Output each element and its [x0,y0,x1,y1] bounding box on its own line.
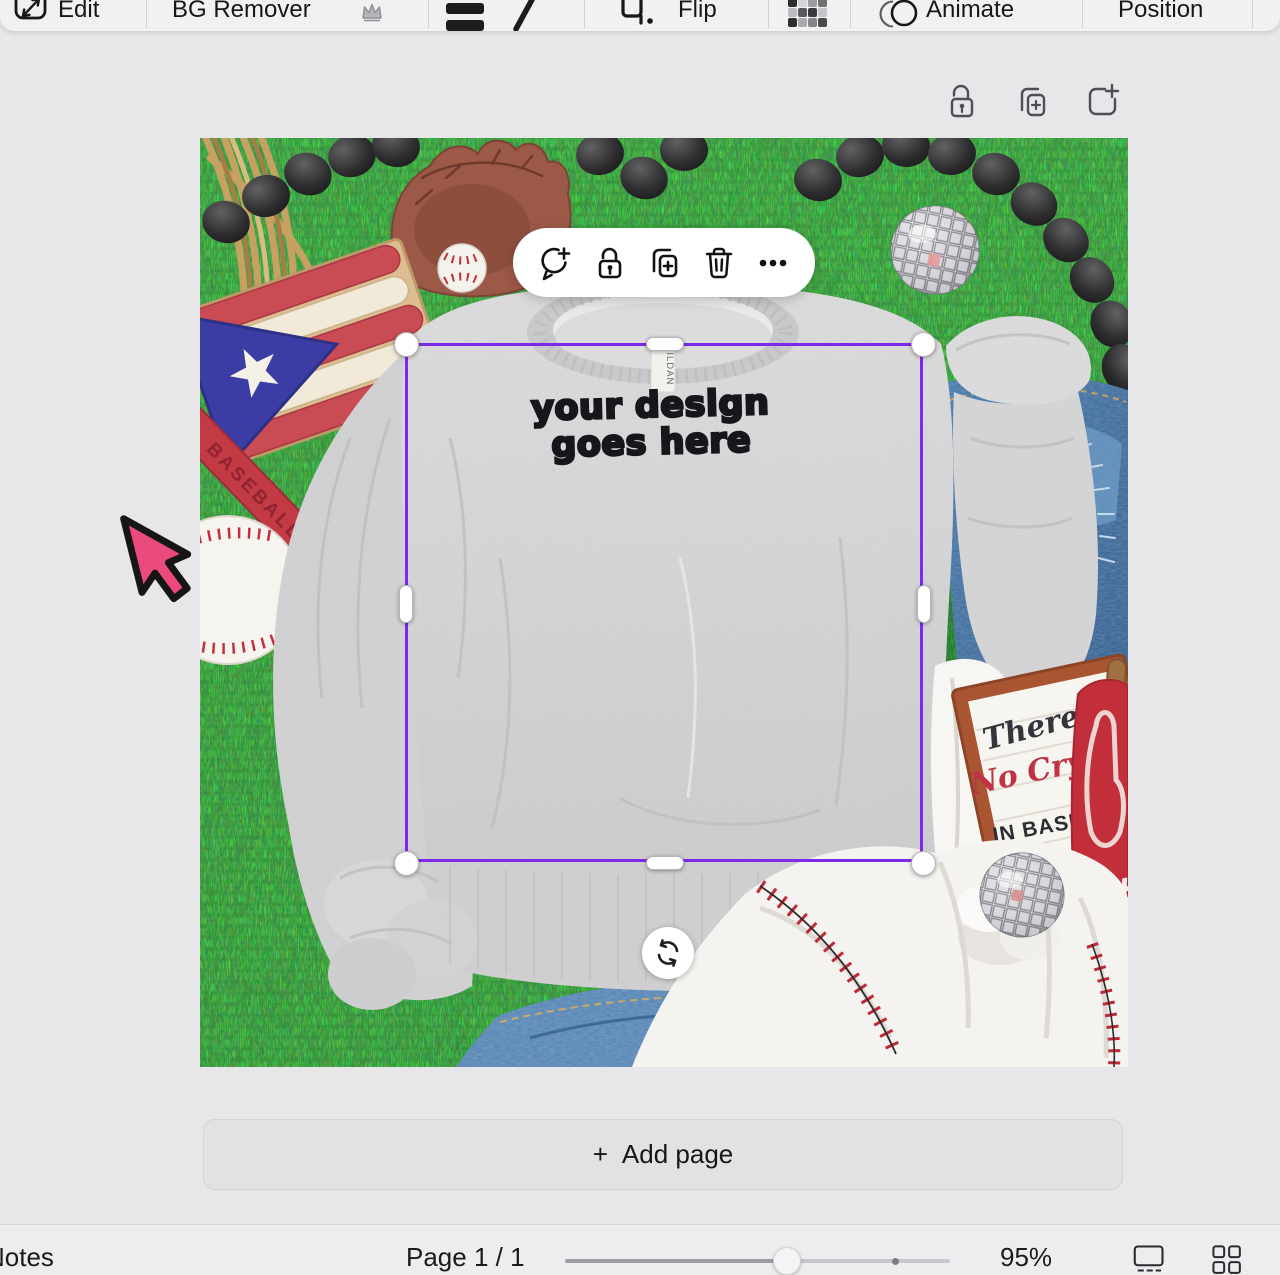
rotate-icon [653,938,683,968]
edit-photo-icon[interactable] [12,0,50,30]
zoom-slider-marker [892,1258,899,1265]
zoom-slider-track[interactable] [787,1259,950,1263]
disco-ball-top [891,206,979,294]
selection-handle-top[interactable] [646,337,684,351]
draw-brush-icon[interactable] [502,0,542,31]
add-comment-icon [537,244,573,282]
element-context-toolbar [513,228,815,297]
selection-handle-bottom-left[interactable] [394,851,419,876]
duplicate-button[interactable] [644,240,684,286]
selection-handle-bottom-right[interactable] [911,851,936,876]
top-toolbar: Edit BG Remover Flip [0,0,1280,31]
selection-handle-bottom[interactable] [646,856,684,870]
page-indicator: Page 1 / 1 [406,1242,525,1273]
zoom-slider-track-filled[interactable] [565,1259,787,1263]
disco-ball-bottom [980,853,1064,937]
add-comment-button[interactable] [535,240,575,286]
selection-handle-top-right[interactable] [911,332,936,357]
lock-button[interactable] [590,240,630,286]
toolbar-divider [768,0,769,28]
plus-icon: + [593,1139,608,1170]
add-page-label: Add page [622,1139,733,1170]
animate-icon[interactable] [878,0,920,31]
selection-handle-left[interactable] [399,585,413,623]
animate-button[interactable]: Animate [926,0,1014,24]
selection-box[interactable] [405,343,923,862]
notes-button[interactable]: Notes [0,1242,54,1273]
toolbar-divider [428,0,429,28]
more-options-icon [755,244,791,282]
unlock-page-icon[interactable] [944,82,980,122]
position-button[interactable]: Position [1118,0,1203,24]
crop-icon[interactable] [610,0,656,31]
bg-remover-button[interactable]: BG Remover [172,0,311,24]
add-page-button[interactable]: + Add page [203,1119,1123,1190]
cursor-arrow [124,506,198,606]
toolbar-divider [1252,0,1253,28]
unlock-icon [593,244,627,282]
pages-view-icon[interactable] [1128,1245,1170,1275]
duplicate-icon [646,244,682,282]
delete-button[interactable] [699,240,739,286]
toolbar-divider [850,0,851,28]
flip-button[interactable]: Flip [678,0,717,24]
more-options-button[interactable] [753,240,793,286]
trash-icon [702,244,736,282]
pro-crown-icon [360,2,384,24]
selection-handle-right[interactable] [917,585,931,623]
toolbar-divider [584,0,585,28]
toolbar-divider [1082,0,1083,28]
toolbar-divider [146,0,147,28]
zoom-percentage[interactable]: 95% [1000,1242,1052,1273]
rotate-handle[interactable] [642,927,694,979]
add-page-icon[interactable] [1084,82,1122,122]
zoom-slider-thumb[interactable] [773,1247,801,1275]
edit-button[interactable]: Edit [58,0,99,24]
transparency-checker-icon[interactable] [788,0,828,31]
duplicate-page-icon[interactable] [1014,82,1050,122]
bottom-bar: Notes Page 1 / 1 95% [0,1224,1280,1275]
grid-view-icon[interactable] [1206,1245,1248,1275]
adjust-sliders-icon[interactable] [446,0,486,31]
selection-handle-top-left[interactable] [394,332,419,357]
editor-stage: Edit BG Remover Flip [0,0,1280,1274]
